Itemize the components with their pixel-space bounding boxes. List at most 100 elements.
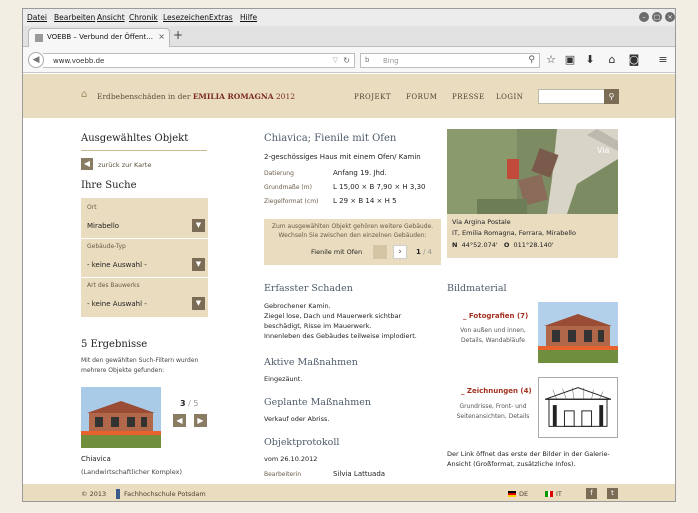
building-total: / 4 xyxy=(420,248,433,256)
back-to-map-button[interactable]: ◀ xyxy=(81,158,93,170)
site-search-input[interactable] xyxy=(538,89,605,104)
prev-building-button[interactable] xyxy=(373,245,387,259)
site-title[interactable]: Erdbebenschäden in der EMILIA ROMAGNA 20… xyxy=(97,92,295,101)
menu-ansicht[interactable]: Ansicht xyxy=(97,13,125,22)
chevron-down-icon[interactable]: ▼ xyxy=(192,297,205,310)
flag-de-icon[interactable] xyxy=(508,491,516,497)
lang-de[interactable]: DE xyxy=(519,490,528,498)
protocol-title: Objektprotokoll xyxy=(264,437,340,448)
object-title: Chiavica; Fienile mit Ofen xyxy=(264,133,397,144)
search-bar[interactable]: b Bing ⚲ xyxy=(360,53,540,68)
result-name[interactable]: Chiavica xyxy=(81,455,111,463)
planned-text: Verkauf oder Abriss. xyxy=(264,415,330,423)
nav-login[interactable]: LOGIN xyxy=(496,93,523,101)
detail-value: Anfang 19. Jhd. xyxy=(333,169,387,177)
minimize-icon[interactable]: – xyxy=(639,12,649,22)
damage-line: beschädigt, Risse im Mauerwerk. xyxy=(264,322,372,330)
new-tab-icon[interactable]: + xyxy=(173,28,183,42)
tab-close-icon[interactable]: × xyxy=(158,32,165,41)
lang-it[interactable]: IT xyxy=(556,490,562,498)
results-text: Mit den gewählten Such-Filtern wurden me… xyxy=(81,357,199,374)
org-name[interactable]: Fachhochschule Potsdam xyxy=(124,490,206,498)
browser-tab[interactable]: VOEBB – Verbund der Öffent... × xyxy=(28,28,170,47)
filter-value-art[interactable]: - keine Auswahl - xyxy=(87,300,147,308)
home-icon[interactable]: ⌂ xyxy=(81,89,87,100)
search-title: Ihre Suche xyxy=(81,180,137,191)
drawing-thumbnail[interactable] xyxy=(538,377,618,438)
arrow-left-icon: ◀ xyxy=(83,159,91,168)
result-sub: (Landwirtschaftlicher Komplex) xyxy=(81,468,183,476)
tab-title: VOEBB – Verbund der Öffent... xyxy=(47,33,153,41)
map-street-label: Via xyxy=(597,146,610,155)
flag-it-icon[interactable] xyxy=(545,491,553,497)
close-window-icon[interactable]: × xyxy=(665,12,675,22)
chevron-right-icon: ▶ xyxy=(197,416,204,425)
menu-bearbeiten[interactable]: Bearbeiten xyxy=(54,13,95,22)
prev-result-button[interactable]: ◀ xyxy=(173,414,186,427)
back-button[interactable]: ◀ xyxy=(28,52,44,68)
menu-hilfe[interactable]: Hilfe xyxy=(240,13,257,22)
chevron-down-icon[interactable]: ▼ xyxy=(192,258,205,271)
building-group-label: Fienile mit Ofen xyxy=(311,248,363,256)
filter-divider xyxy=(81,238,208,239)
coord-o-label: O xyxy=(503,241,510,249)
chevron-down-icon[interactable]: ▼ xyxy=(192,219,205,232)
back-to-map-link[interactable]: zurück zur Karte xyxy=(98,161,151,169)
result-thumbnail[interactable] xyxy=(81,387,161,448)
filter-label-ort: Ort xyxy=(87,204,97,211)
filter-value-typ[interactable]: - keine Auswahl - xyxy=(87,261,147,269)
filter-value-ort[interactable]: Mirabello xyxy=(87,222,119,230)
menu-chronik[interactable]: Chronik xyxy=(129,13,158,22)
photos-link[interactable]: _ Fotografien (7) xyxy=(463,312,528,320)
reload-icon[interactable]: ↻ xyxy=(343,56,350,65)
site-header: ⌂ Erdbebenschäden in der EMILIA ROMAGNA … xyxy=(23,74,675,118)
home-icon[interactable]: ⌂ xyxy=(606,53,618,66)
damage-line: Innenleben des Gebäudes teilweise implod… xyxy=(264,332,417,340)
address-street: Via Argina Postale xyxy=(452,218,511,226)
menu-datei[interactable]: Datei xyxy=(27,13,47,22)
facebook-icon[interactable]: f xyxy=(586,488,597,499)
building-group-text: Zum ausgewählten Objekt gehören weitere … xyxy=(271,223,434,239)
twitter-icon[interactable]: t xyxy=(607,488,618,499)
maximize-icon[interactable]: □ xyxy=(652,12,662,22)
screenshot-icon[interactable]: ◙ xyxy=(628,53,640,66)
photo-thumbnail[interactable] xyxy=(538,302,618,363)
results-title: 5 Ergebnisse xyxy=(81,339,148,350)
download-icon[interactable]: ⬇ xyxy=(584,53,596,66)
photos-text: Von außen und innen, Details, Wandabläuf… xyxy=(460,327,526,344)
hamburger-menu-icon[interactable]: ≡ xyxy=(657,53,669,66)
next-building-button[interactable]: › xyxy=(393,245,407,259)
coord-o: 011°28.140' xyxy=(513,241,554,249)
divider xyxy=(81,150,207,151)
fh-logo-icon xyxy=(116,489,120,499)
site-title-region: EMILIA ROMAGNA xyxy=(192,92,274,101)
url-text: www.voebb.de xyxy=(53,57,105,65)
drawings-link[interactable]: _ Zeichnungen (4) xyxy=(461,387,532,395)
detail-value: L 15,00 × B 7,90 × H 3,30 xyxy=(333,183,426,191)
clipboard-icon[interactable]: ▣ xyxy=(564,53,576,66)
nav-presse[interactable]: PRESSE xyxy=(452,93,485,101)
result-pagination: 3 / 5 xyxy=(180,399,198,408)
nav-projekt[interactable]: PROJEKT xyxy=(354,93,391,101)
web-page: ⌂ Erdbebenschäden in der EMILIA ROMAGNA … xyxy=(23,74,675,501)
search-placeholder: Bing xyxy=(383,57,399,65)
site-search-button[interactable]: ⚲ xyxy=(604,89,619,104)
detail-value: L 29 × B 14 × H 5 xyxy=(333,197,397,205)
chevron-right-icon: › xyxy=(398,247,402,257)
damage-line: Ziegel lose, Dach und Mauerwerk sichtbar xyxy=(264,312,402,320)
menu-extras[interactable]: Extras xyxy=(209,13,233,22)
dropdown-icon[interactable]: ▽ xyxy=(333,56,338,64)
next-result-button[interactable]: ▶ xyxy=(194,414,207,427)
coord-n: 44°52.074' xyxy=(461,241,498,249)
left-title: Ausgewähltes Objekt xyxy=(81,133,189,144)
detail-label: Datierung xyxy=(264,170,294,177)
browser-window: Datei Bearbeiten Ansicht Chronik Lesezei… xyxy=(22,8,676,502)
url-bar[interactable]: www.voebb.de ▽ ↻ xyxy=(43,53,355,68)
nav-forum[interactable]: FORUM xyxy=(406,93,437,101)
magnifier-icon[interactable]: ⚲ xyxy=(528,55,535,65)
coord-n-label: N xyxy=(452,241,458,249)
favicon-icon xyxy=(35,34,43,42)
media-title: Bildmaterial xyxy=(447,283,507,294)
bookmark-star-icon[interactable]: ☆ xyxy=(545,53,557,66)
menu-lesezeichen[interactable]: Lesezeichen xyxy=(163,13,209,22)
